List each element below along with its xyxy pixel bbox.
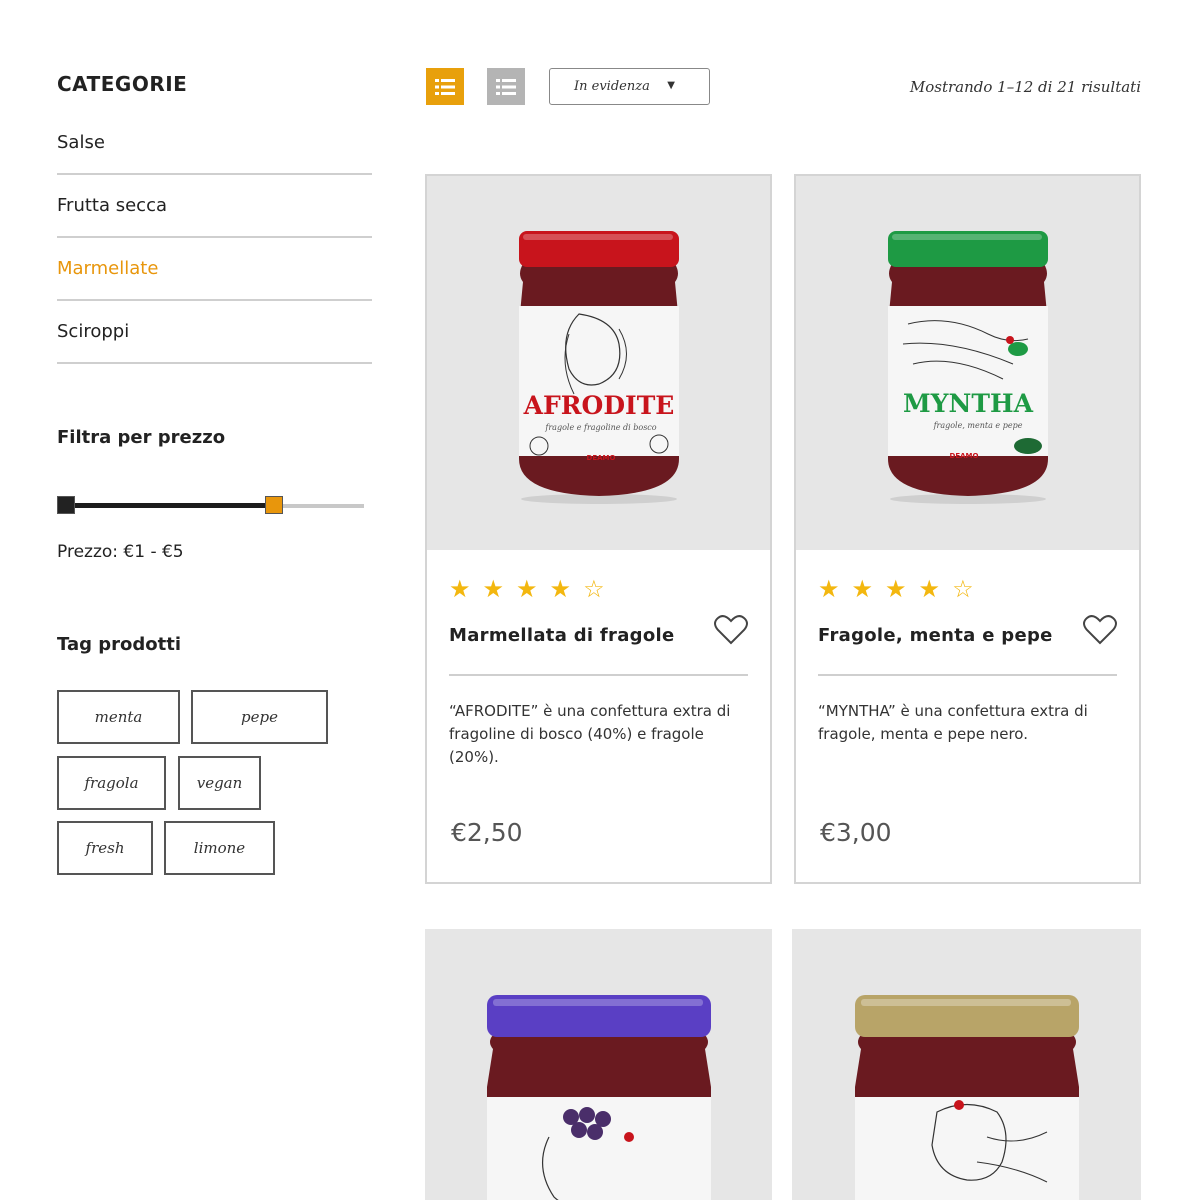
star-filled-icon: ★ xyxy=(449,575,471,603)
jar-brand-text: DEAMO xyxy=(949,452,978,460)
results-count: Mostrando 1–12 di 21 risultati xyxy=(909,78,1141,96)
jam-jar-image xyxy=(486,995,711,1200)
jar-brand-text: DEAMO xyxy=(586,454,615,462)
category-list: Salse Frutta secca Marmellate Sciroppi xyxy=(57,112,372,364)
list-view-icon xyxy=(496,78,516,95)
slider-min-handle[interactable] xyxy=(57,496,75,514)
star-empty-icon: ☆ xyxy=(583,575,605,603)
product-card[interactable] xyxy=(425,929,772,1200)
star-filled-icon: ★ xyxy=(818,575,840,603)
sort-dropdown[interactable]: In evidenza ▼ xyxy=(549,68,710,105)
tag-pepe[interactable]: pepe xyxy=(191,690,328,744)
tag-menta[interactable]: menta xyxy=(57,690,180,744)
star-filled-icon: ★ xyxy=(516,575,538,603)
price-slider[interactable] xyxy=(57,495,364,517)
product-description: “MYNTHA” è una confettura extra di frago… xyxy=(818,702,1088,743)
tag-vegan[interactable]: vegan xyxy=(178,756,261,810)
jam-jar-image xyxy=(854,995,1079,1200)
heart-icon[interactable] xyxy=(714,614,748,646)
category-item-sciroppi[interactable]: Sciroppi xyxy=(57,301,372,364)
card-divider xyxy=(449,674,748,676)
category-item-salse[interactable]: Salse xyxy=(57,112,372,175)
tags-title: Tag prodotti xyxy=(57,634,182,655)
star-filled-icon: ★ xyxy=(851,575,874,603)
star-filled-icon: ★ xyxy=(918,575,941,603)
jar-label-text: AFRODITE xyxy=(522,391,674,420)
grid-view-icon xyxy=(435,78,455,95)
dropdown-arrow-icon: ▼ xyxy=(667,80,675,91)
grid-view-button[interactable] xyxy=(426,68,464,105)
category-item-frutta-secca[interactable]: Frutta secca xyxy=(57,175,372,238)
product-image: AFRODITE fragole e fragoline di bosco DE… xyxy=(427,176,770,550)
product-title[interactable]: Marmellata di fragole xyxy=(449,625,675,646)
heart-icon[interactable] xyxy=(1083,614,1117,646)
jar-subtitle-text: fragole e fragoline di bosco xyxy=(544,423,656,432)
product-card[interactable] xyxy=(792,929,1141,1200)
tag-limone[interactable]: limone xyxy=(164,821,275,875)
price-filter-title: Filtra per prezzo xyxy=(57,427,226,448)
star-filled-icon: ★ xyxy=(885,575,907,603)
product-info: ★ ★ ★ ★ ☆ Marmellata di fragole “AFRODIT… xyxy=(427,550,770,882)
product-image xyxy=(425,929,772,1200)
list-view-button[interactable] xyxy=(487,68,525,105)
sort-selected-value: In evidenza xyxy=(574,79,650,94)
product-title[interactable]: Fragole, menta e pepe xyxy=(818,625,1053,646)
tag-fragola[interactable]: fragola xyxy=(57,756,166,810)
slider-max-handle[interactable] xyxy=(265,496,283,514)
category-item-marmellate[interactable]: Marmellate xyxy=(57,238,372,301)
jar-subtitle-text: fragole, menta e pepe xyxy=(932,421,1022,430)
product-price: €3,00 xyxy=(820,818,892,847)
categories-title: CATEGORIE xyxy=(57,72,188,96)
rating-stars: ★ ★ ★ ★ ☆ xyxy=(449,577,605,601)
product-price: €2,50 xyxy=(451,818,523,847)
slider-track-fill xyxy=(57,503,274,508)
product-card[interactable]: AFRODITE fragole e fragoline di bosco DE… xyxy=(425,174,772,884)
product-info: ★ ★ ★ ★ ☆ Fragole, menta e pepe “MYNTHA”… xyxy=(796,550,1139,882)
jar-label-text: MYNTHA xyxy=(903,389,1034,418)
rating-stars: ★ ★ ★ ★ ☆ xyxy=(818,577,974,601)
star-filled-icon: ★ xyxy=(549,575,572,603)
star-empty-icon: ☆ xyxy=(952,575,974,603)
jam-jar-image: AFRODITE fragole e fragoline di bosco DE… xyxy=(518,231,679,504)
jam-jar-image: MYNTHA fragole, menta e pepe DEAMO xyxy=(887,231,1048,504)
price-range-label: Prezzo: €1 - €5 xyxy=(57,542,184,562)
star-filled-icon: ★ xyxy=(482,575,505,603)
product-card[interactable]: MYNTHA fragole, menta e pepe DEAMO ★ ★ ★… xyxy=(794,174,1141,884)
product-image: MYNTHA fragole, menta e pepe DEAMO xyxy=(796,176,1139,550)
product-image xyxy=(792,929,1141,1200)
tag-fresh[interactable]: fresh xyxy=(57,821,153,875)
product-description: “AFRODITE” è una confettura extra di fra… xyxy=(449,702,731,766)
card-divider xyxy=(818,674,1117,676)
